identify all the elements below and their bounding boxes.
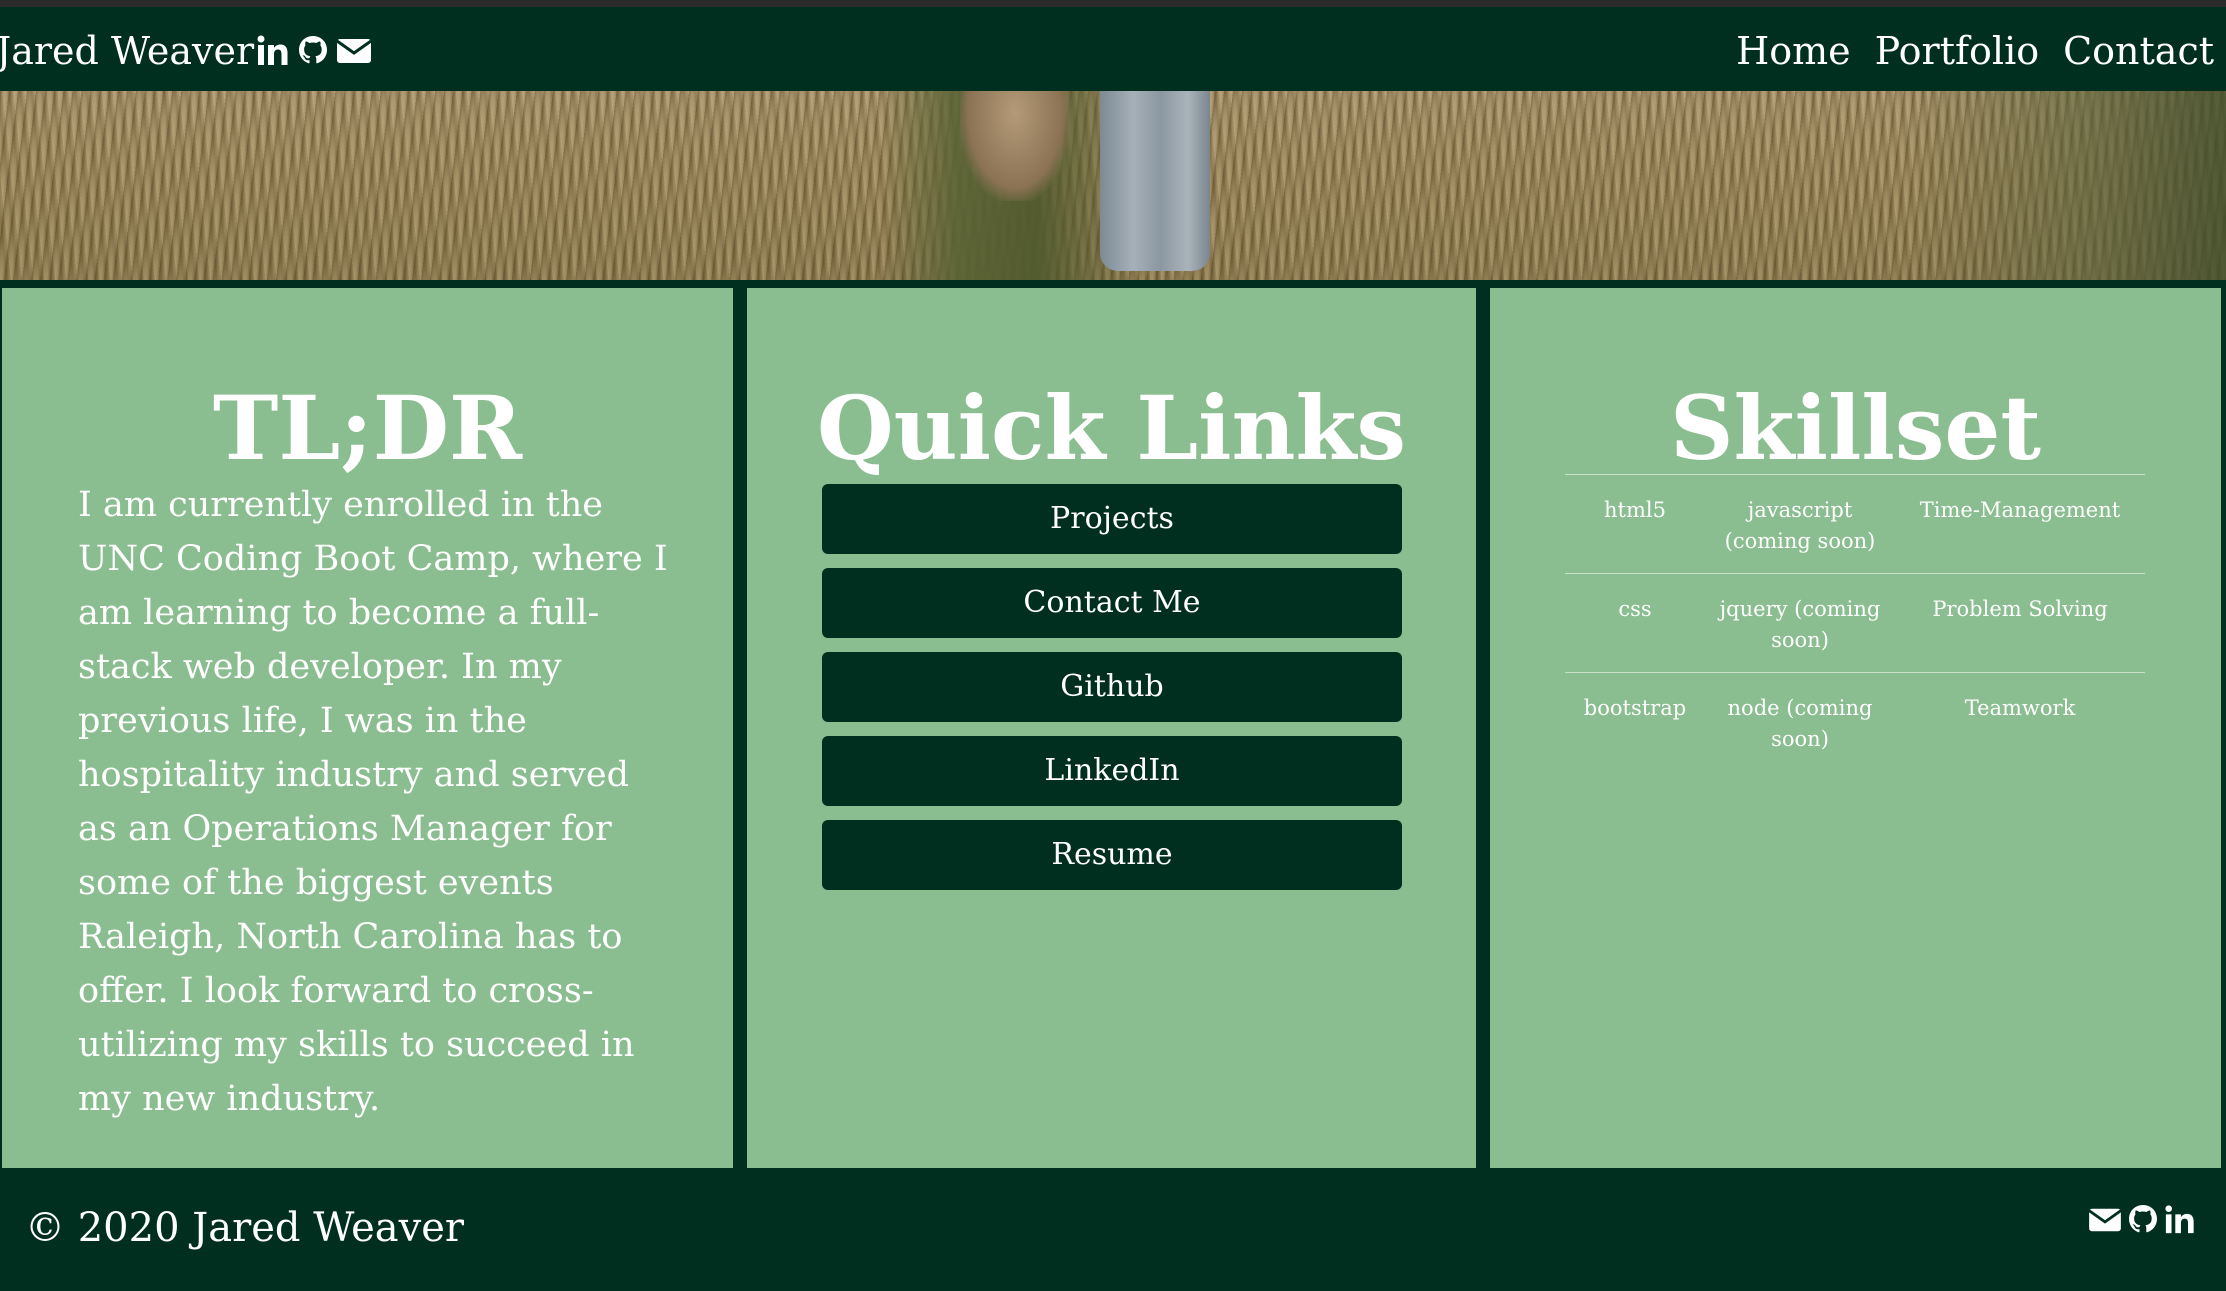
linkedin-button[interactable]: LinkedIn: [822, 736, 1402, 806]
copyright-text: © 2020 Jared Weaver: [25, 1205, 464, 1251]
nav-links: Home Portfolio Contact: [1736, 29, 2214, 73]
skill-row: bootstrap node (coming soon) Teamwork: [1565, 673, 2145, 772]
envelope-icon[interactable]: [336, 36, 372, 66]
skill-cell: node (coming soon): [1727, 696, 1873, 751]
hero-banner-image: [0, 91, 2226, 280]
quick-links-panel: Quick Links Projects Contact Me Github L…: [747, 288, 1476, 1168]
projects-button[interactable]: Projects: [822, 484, 1402, 554]
skill-cell: Problem Solving: [1932, 597, 2108, 621]
tldr-title: TL;DR: [212, 376, 523, 480]
skillset-title: Skillset: [1670, 376, 2041, 480]
linkedin-icon[interactable]: [256, 34, 290, 68]
skill-row: css jquery (coming soon) Problem Solving: [1565, 574, 2145, 673]
quick-links-title: Quick Links: [816, 376, 1407, 480]
nav-social-icons: [256, 31, 372, 71]
resume-button[interactable]: Resume: [822, 820, 1402, 890]
skill-cell: css: [1618, 597, 1652, 621]
github-icon[interactable]: [298, 35, 328, 67]
skill-cell: Time-Management: [1919, 498, 2121, 522]
github-icon[interactable]: [2128, 1204, 2158, 1236]
nav-link-portfolio[interactable]: Portfolio: [1875, 29, 2039, 73]
skill-row: html5 javascript (coming soon) Time-Mana…: [1565, 475, 2145, 574]
tldr-panel: TL;DR I am currently enrolled in the UNC…: [2, 288, 733, 1168]
footer-social-icons: [2088, 1204, 2196, 1236]
nav-link-home[interactable]: Home: [1736, 29, 1851, 73]
linkedin-icon[interactable]: [2164, 1204, 2196, 1236]
browser-top-strip: [0, 0, 2226, 7]
skill-cell: jquery (coming soon): [1719, 597, 1881, 652]
hero-person-legs: [1100, 91, 1210, 271]
skill-cell: javascript (coming soon): [1724, 498, 1876, 553]
contact-me-button[interactable]: Contact Me: [822, 568, 1402, 638]
brand-name[interactable]: Jared Weaver: [0, 29, 254, 73]
nav-link-contact[interactable]: Contact: [2063, 29, 2214, 73]
skill-cell: Teamwork: [1964, 696, 2076, 720]
content-panels: TL;DR I am currently enrolled in the UNC…: [0, 280, 2226, 1168]
quick-links-list: Projects Contact Me Github LinkedIn Resu…: [822, 484, 1402, 904]
skill-cell: html5: [1604, 498, 1666, 522]
envelope-icon[interactable]: [2088, 1206, 2122, 1234]
footer: © 2020 Jared Weaver: [0, 1168, 2226, 1291]
navbar: Jared Weaver Home Portfolio Contact: [0, 7, 2226, 91]
hero-dog: [960, 91, 1070, 201]
skillset-table: html5 javascript (coming soon) Time-Mana…: [1565, 474, 2145, 772]
skill-cell: bootstrap: [1583, 696, 1687, 720]
github-button[interactable]: Github: [822, 652, 1402, 722]
tldr-text: I am currently enrolled in the UNC Codin…: [78, 485, 668, 1119]
hero-grass: [1906, 91, 2226, 280]
skillset-panel: Skillset html5 javascript (coming soon) …: [1490, 288, 2221, 1168]
